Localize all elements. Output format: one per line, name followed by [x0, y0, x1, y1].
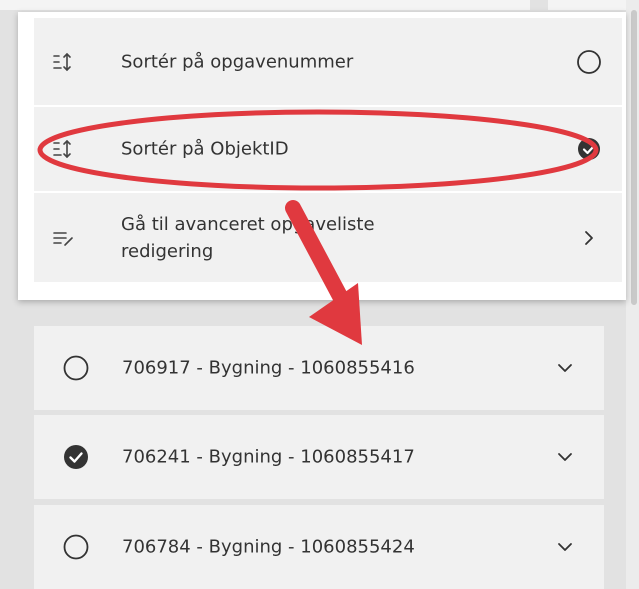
task-label: 706784 - Bygning - 1060855424 [122, 536, 415, 558]
sort-menu-panel: Sortér på opgavenummer Sortér på ObjektI… [18, 12, 626, 300]
radio-unchecked-icon[interactable] [576, 49, 602, 75]
menu-item-label: Sortér på opgavenummer [121, 51, 354, 72]
task-label: 706241 - Bygning - 1060855417 [122, 446, 415, 468]
task-label: 706917 - Bygning - 1060855416 [122, 357, 415, 379]
task-row[interactable]: 706784 - Bygning - 1060855424 [34, 505, 604, 589]
task-row[interactable]: 706917 - Bygning - 1060855416 [34, 326, 604, 410]
radio-checked-icon[interactable] [576, 136, 602, 162]
chevron-down-icon[interactable] [556, 541, 574, 553]
scrollbar-thumb[interactable] [631, 10, 637, 305]
menu-item-advanced-edit[interactable]: Gå til avanceret opgaveliste redigering [34, 193, 622, 282]
radio-unchecked-icon[interactable] [62, 533, 90, 561]
radio-checked-icon[interactable] [62, 443, 90, 471]
edit-list-icon [53, 231, 73, 246]
chevron-down-icon[interactable] [556, 362, 574, 374]
menu-item-label: Sortér på ObjektID [121, 138, 289, 160]
sort-arrows-icon [53, 139, 71, 159]
radio-unchecked-icon[interactable] [62, 354, 90, 382]
task-row[interactable]: 706241 - Bygning - 1060855417 [34, 415, 604, 499]
menu-item-sort-task-number[interactable]: Sortér på opgavenummer [34, 18, 622, 105]
task-list: 706917 - Bygning - 1060855416 706241 - B… [34, 326, 604, 589]
chevron-right-icon [585, 230, 593, 245]
top-bar-right [548, 0, 630, 10]
sort-arrows-icon [53, 52, 71, 71]
chevron-down-icon[interactable] [556, 451, 574, 463]
menu-item-sort-objectid[interactable]: Sortér på ObjektID [34, 107, 622, 191]
menu-item-label: Gå til avanceret opgaveliste redigering [121, 214, 375, 262]
top-bar-left [0, 0, 530, 10]
